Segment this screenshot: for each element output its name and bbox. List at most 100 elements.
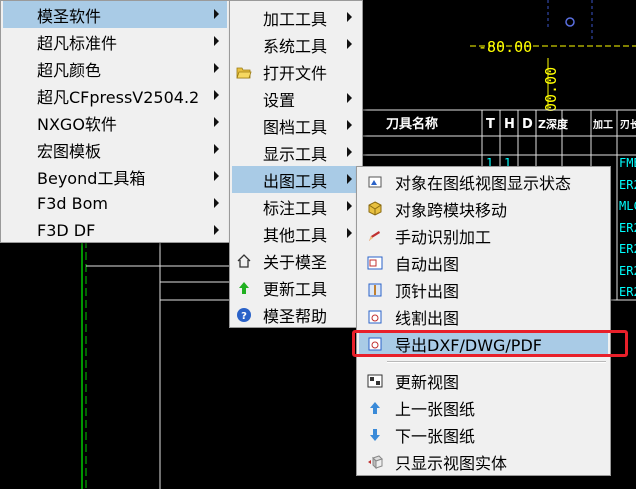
- menu2-item-11[interactable]: ? 模圣帮助: [232, 301, 360, 328]
- menu3-item-label: 下一张图纸: [395, 426, 476, 446]
- menu2-item-label: 打开文件: [263, 63, 328, 83]
- menu2-item-label: 标注工具: [263, 198, 328, 218]
- submenu-arrow-icon: [214, 117, 219, 127]
- drawing-tools-submenu: 对象在图纸视图显示状态 对象跨模块移动 手动识别加工 自动出图 顶针出图 线割出图 导出DX…: [356, 166, 611, 476]
- submenu-arrow-icon: [347, 120, 352, 130]
- menu2-item-3[interactable]: 设置: [232, 85, 360, 112]
- menu1-item-label: Beyond工具箱: [37, 168, 146, 188]
- menu3-item-8[interactable]: 上一张图纸: [359, 394, 608, 421]
- row-code: FMB: [619, 156, 636, 170]
- table-header-ab: 刃长: [620, 118, 636, 131]
- dim-neg80: -80.00: [478, 38, 532, 56]
- menu1-item-6[interactable]: Beyond工具箱: [3, 163, 227, 190]
- svg-text:?: ?: [241, 311, 247, 322]
- table-header-h: H: [504, 117, 515, 132]
- menu1-item-5[interactable]: 宏图模板: [3, 136, 227, 163]
- menu3-item-label: 手动识别加工: [395, 227, 492, 247]
- menu2-item-label: 更新工具: [263, 279, 328, 299]
- main-plugin-menu: 模圣软件超凡标准件超凡颜色超凡CFpressV2504.2 NXGO软件宏图模板 B…: [0, 0, 230, 243]
- menu3-item-2[interactable]: 手动识别加工: [359, 222, 608, 249]
- submenu-arrow-icon: [214, 171, 219, 181]
- menu1-item-label: 超凡颜色: [37, 60, 102, 80]
- submenu-arrow-icon: [214, 144, 219, 154]
- menu2-item-0[interactable]: 加工工具: [232, 4, 360, 31]
- menu1-item-8[interactable]: F3D DF: [3, 217, 227, 244]
- menu2-item-label: 图档工具: [263, 117, 328, 137]
- menu3-item-1[interactable]: 对象跨模块移动: [359, 195, 608, 222]
- menu2-item-10[interactable]: 更新工具: [232, 274, 360, 301]
- menu1-item-label: 宏图模板: [37, 141, 102, 161]
- menu1-item-2[interactable]: 超凡颜色: [3, 55, 227, 82]
- menu1-item-label: F3D DF: [37, 221, 96, 240]
- table-header-d: D: [522, 117, 533, 132]
- submenu-arrow-icon: [214, 90, 219, 100]
- menu3-item-label: 顶针出图: [395, 281, 460, 301]
- menu3-item-9[interactable]: 下一张图纸: [359, 421, 608, 448]
- menu1-item-label: 超凡标准件: [37, 33, 118, 53]
- row-code: ER2: [619, 221, 636, 235]
- ejector-pin-icon: [367, 282, 383, 298]
- menu3-item-10[interactable]: 只显示视图实体: [359, 448, 608, 475]
- menu3-item-0[interactable]: 对象在图纸视图显示状态: [359, 168, 608, 195]
- dim-00: 00.00: [542, 67, 560, 112]
- annotation-highlight-box: [352, 330, 628, 357]
- menu2-item-label: 显示工具: [263, 144, 328, 164]
- menu2-item-5[interactable]: 显示工具: [232, 139, 360, 166]
- menu1-item-4[interactable]: NXGO软件: [3, 109, 227, 136]
- submenu-arrow-icon: [347, 93, 352, 103]
- row-code: MLC: [619, 199, 636, 213]
- table-header-z: Z深度: [538, 117, 569, 131]
- show-entity-icon: [367, 454, 383, 470]
- menu3-item-label: 线割出图: [395, 308, 460, 328]
- row-code: ER2: [619, 264, 636, 278]
- menu3-item-label: 更新视图: [395, 372, 460, 392]
- table-header-t: T: [486, 117, 495, 132]
- menu2-item-label: 出图工具: [263, 171, 328, 191]
- menu2-item-2[interactable]: 打开文件: [232, 58, 360, 85]
- menu3-item-label: 上一张图纸: [395, 399, 476, 419]
- menu3-item-4[interactable]: 顶针出图: [359, 276, 608, 303]
- home-icon: [236, 253, 252, 269]
- menu3-item-label: 对象在图纸视图显示状态: [395, 173, 572, 193]
- menu2-item-4[interactable]: 图档工具: [232, 112, 360, 139]
- menu2-item-label: 设置: [263, 90, 296, 110]
- table-header-tool: 刀具名称: [386, 116, 438, 132]
- submenu-arrow-icon: [347, 39, 352, 49]
- menu1-item-label: 模圣软件: [37, 6, 102, 26]
- menu3-item-3[interactable]: 自动出图: [359, 249, 608, 276]
- menu1-item-3[interactable]: 超凡CFpressV2504.2: [3, 82, 227, 109]
- down-arrow-icon: [367, 427, 383, 443]
- menu2-item-label: 关于模圣: [263, 252, 328, 272]
- menu3-item-5[interactable]: 线割出图: [359, 303, 608, 330]
- menu2-item-label: 其他工具: [263, 225, 328, 245]
- mosheng-software-submenu: 加工工具系统工具打开文件设置图档工具显示工具出图工具标注工具其他工具关于模圣更新…: [229, 0, 363, 328]
- submenu-arrow-icon: [214, 198, 219, 208]
- menu3-item-label: 对象跨模块移动: [395, 200, 508, 220]
- menu2-item-label: 系统工具: [263, 36, 328, 56]
- menu2-item-6[interactable]: 出图工具: [232, 166, 360, 193]
- submenu-arrow-icon: [214, 63, 219, 73]
- menu1-item-0[interactable]: 模圣软件: [3, 1, 227, 28]
- menu2-item-label: 模圣帮助: [263, 306, 328, 326]
- menu1-item-label: 超凡CFpressV2504.2: [37, 87, 200, 107]
- row-code: ER2: [619, 285, 636, 299]
- wire-cut-icon: [367, 309, 383, 325]
- menu2-item-9[interactable]: 关于模圣: [232, 247, 360, 274]
- update-view-icon: [367, 373, 383, 389]
- menu-separator: [387, 361, 606, 363]
- up-arrow-icon: [367, 400, 383, 416]
- menu3-item-label: 只显示视图实体: [395, 453, 508, 473]
- submenu-arrow-icon: [347, 147, 352, 157]
- menu1-item-1[interactable]: 超凡标准件: [3, 28, 227, 55]
- menu2-item-7[interactable]: 标注工具: [232, 193, 360, 220]
- menu3-item-7[interactable]: 更新视图: [359, 367, 608, 394]
- menu2-item-1[interactable]: 系统工具: [232, 31, 360, 58]
- menu2-item-8[interactable]: 其他工具: [232, 220, 360, 247]
- cube-move-icon: [367, 200, 383, 217]
- table-header-ms: 加工: [592, 118, 613, 131]
- submenu-arrow-icon: [214, 36, 219, 46]
- submenu-arrow-icon: [347, 201, 352, 211]
- submenu-arrow-icon: [347, 12, 352, 22]
- drawing-icon: [367, 255, 383, 271]
- menu1-item-7[interactable]: F3d Bom: [3, 190, 227, 217]
